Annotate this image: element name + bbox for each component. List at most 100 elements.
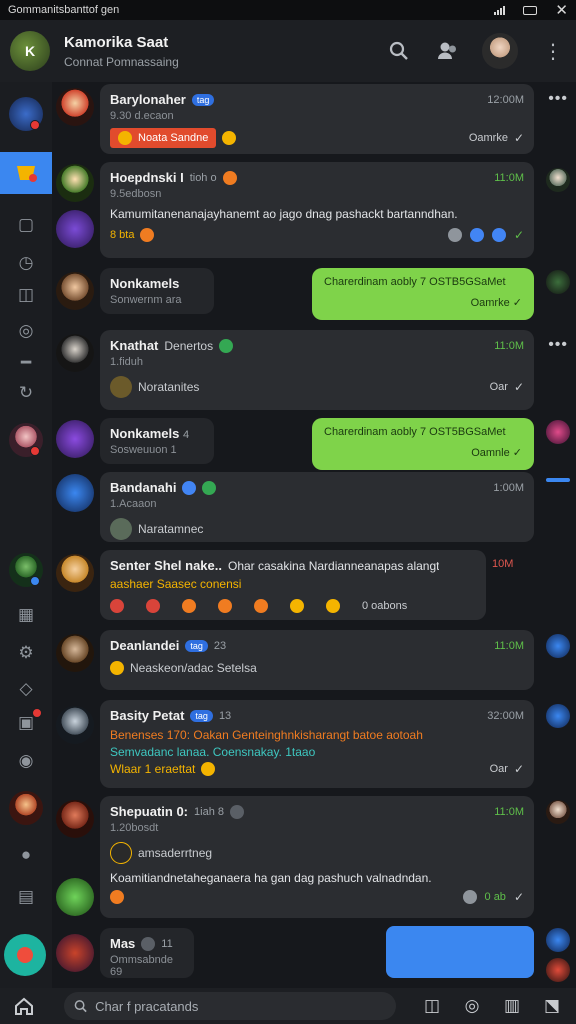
add-user-icon[interactable] [434, 38, 460, 64]
emoji-icon[interactable] [146, 599, 160, 613]
emoji-icon[interactable] [218, 599, 232, 613]
bubble-status: Oamnle ✓ [471, 447, 522, 459]
share-icon[interactable]: ⬔ [538, 992, 566, 1020]
compose-icon [17, 947, 33, 963]
layout-icon[interactable]: ▦ [0, 600, 52, 630]
gift-icon[interactable]: ▥ [498, 992, 526, 1020]
profile-avatar[interactable] [482, 33, 518, 69]
divider-icon: ━ [20, 353, 32, 372]
message-time: 12:00M [487, 93, 524, 106]
rail-avatar-2[interactable] [0, 420, 52, 460]
message-card[interactable]: Nonkamels 4 Sosweuuon 1 [100, 418, 214, 464]
home-icon[interactable] [10, 992, 38, 1020]
message-time: 11:0M [494, 171, 524, 184]
bottom-bar: ◫ ◎ ▥ ⬔ [0, 988, 576, 1024]
alert-chip[interactable]: Noata Sandne [110, 128, 217, 148]
search-input[interactable] [95, 998, 386, 1014]
message-avatar[interactable] [56, 634, 94, 672]
record-icon[interactable]: ● [0, 840, 52, 870]
reader-avatar [546, 634, 570, 658]
message-avatar[interactable] [56, 934, 94, 972]
message-time: 1:00M [493, 481, 524, 494]
compose-button[interactable] [4, 934, 46, 976]
search-icon[interactable] [386, 38, 412, 64]
message-avatar[interactable] [56, 164, 94, 202]
reaction-bar[interactable]: 8 bta [110, 229, 134, 241]
message-subtitle: Sosweuuon 1 [110, 444, 177, 456]
reply-avatar [110, 842, 132, 864]
emoji-icon[interactable] [182, 599, 196, 613]
clock-icon[interactable]: ◷ [0, 248, 52, 278]
more-menu-icon[interactable]: ⋮ [540, 38, 566, 64]
sent-bubble[interactable]: Charerdinam aobly 7 OSTB5GSaMet Oamrke ✓ [312, 268, 534, 320]
chat-feed: Barylonaher tag 12:00M 9.30 d.ecaon Noat… [52, 82, 576, 988]
sender-name: Senter Shel nake.. [110, 558, 222, 573]
app-header: K Kamorika Saat Connat Pomnassaing ⋮ [0, 20, 576, 82]
group-avatar[interactable]: K [10, 31, 50, 71]
reader-avatar [546, 270, 570, 294]
emoji-icon[interactable] [110, 599, 124, 613]
message-avatar[interactable] [56, 474, 94, 512]
more-options-button[interactable]: ••• [548, 90, 568, 108]
refresh-icon[interactable]: ↻ [0, 378, 52, 408]
tag-icon[interactable]: ◇ [0, 674, 52, 704]
message-card[interactable]: Deanlandei tag 23 11:0M Neaskeon/adac Se… [100, 630, 534, 690]
sent-bubble[interactable] [386, 926, 534, 978]
search-bar[interactable] [64, 992, 396, 1020]
rail-avatar-4[interactable] [0, 788, 52, 828]
message-card[interactable]: Bandanahi 1:00M 1.Acaaon Naratamnec [100, 472, 534, 542]
target-icon[interactable]: ◎ [0, 316, 52, 346]
sent-bubble[interactable]: Charerdinam aobly 7 OST5BGSaMet Oamnle ✓ [312, 418, 534, 470]
message-avatar[interactable] [56, 272, 94, 310]
settings-icon[interactable]: ⚙ [0, 638, 52, 668]
close-icon[interactable]: ✕ [555, 3, 568, 18]
message-avatar[interactable] [56, 334, 94, 372]
sender-name: Nonkamels 4 [110, 426, 190, 441]
reply-avatar [110, 518, 132, 540]
emoji-icon[interactable] [326, 599, 340, 613]
info-icon[interactable]: ◉ [0, 746, 52, 776]
sender-tag: tag [190, 709, 213, 722]
message-card[interactable]: Barylonaher tag 12:00M 9.30 d.ecaon Noat… [100, 84, 534, 154]
message-avatar[interactable] [56, 554, 94, 592]
message-card[interactable]: Nonkamels Sonwernm ara [100, 268, 214, 314]
message-subtitle: 1.fiduh [110, 356, 144, 368]
reader-avatar [546, 420, 570, 444]
instagram-icon[interactable]: ◎ [458, 992, 486, 1020]
message-card[interactable]: Basity Petat tag 13 32:00M Benenses 170:… [100, 700, 534, 788]
message-card[interactable]: Knathat Denertos 11:0M 1.fiduh Noratanit… [100, 330, 534, 410]
message-card[interactable]: Senter Shel nake.. Ohar casakina Nardian… [100, 550, 486, 620]
status-bar: Gommanitsbanttof gen ✕ [0, 0, 576, 20]
rail-avatar-1[interactable] [0, 94, 52, 134]
message-avatar[interactable] [56, 210, 94, 248]
more-options-button[interactable]: ••• [548, 336, 568, 354]
trash-icon[interactable]: ▤ [0, 882, 52, 912]
reader-avatar [546, 800, 570, 824]
check-icon: ✓ [512, 297, 522, 309]
message-avatar[interactable] [56, 878, 94, 916]
camera-icon[interactable]: ◫ [418, 992, 446, 1020]
folder-icon[interactable]: ▣ [0, 708, 52, 738]
message-card[interactable]: Shepuatin 0: 1iah 8 11:0M 1.20bosdt amsa… [100, 796, 534, 918]
bubble-text: Charerdinam aobly 7 OST5BGSaMet [324, 426, 506, 438]
sender-name: Deanlandei [110, 638, 180, 653]
message-avatar[interactable] [56, 420, 94, 458]
reply-text: amsaderrtneg [138, 846, 213, 860]
message-avatar[interactable] [56, 706, 94, 744]
emoji-icon[interactable] [290, 599, 304, 613]
check-icon: ✓ [513, 131, 524, 145]
calendar-icon[interactable]: ▢ [0, 210, 52, 240]
message-body: Kamumitanenanajayhanemt ao jago dnag pas… [110, 207, 458, 221]
rail-inbox[interactable] [0, 152, 52, 194]
message-card[interactable]: Mas 11 Ommsabnde 69 [100, 928, 194, 978]
message-card[interactable]: Hoepdnski I tioh o 11:0M 9.5edbosn Kamum… [100, 162, 534, 258]
message-avatar[interactable] [56, 88, 94, 126]
reader-avatar [546, 958, 570, 982]
clock-icon [447, 228, 462, 243]
camera-icon[interactable]: ◫ [0, 280, 52, 310]
emoji-icon[interactable] [254, 599, 268, 613]
emoji-icon [182, 480, 197, 495]
message-time: 10M [492, 558, 514, 570]
message-avatar[interactable] [56, 800, 94, 838]
rail-avatar-3[interactable] [0, 550, 52, 590]
